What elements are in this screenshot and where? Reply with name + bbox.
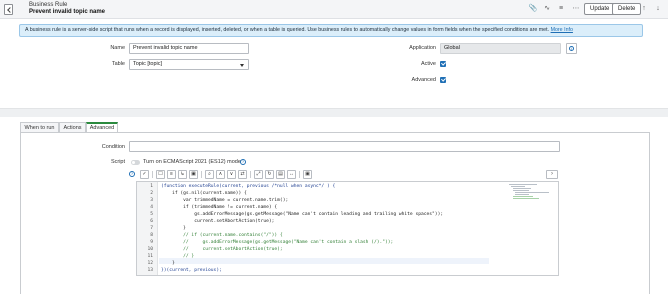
table-label: Table: [111, 61, 125, 67]
comment-icon[interactable]: ☐: [156, 170, 165, 179]
code-line: if (gs.nil(current.name)) {: [161, 191, 247, 196]
table-select[interactable]: Topic [topic]: [129, 59, 249, 70]
code-line: // }: [161, 254, 195, 259]
line-number: 12: [147, 261, 153, 266]
line-number: 2: [150, 191, 153, 196]
banner-text: A business rule is a server-side script …: [25, 27, 550, 33]
script-include-icon[interactable]: ▣: [189, 170, 198, 179]
code-line: // current.setAbortAction(true);: [161, 247, 283, 252]
minimap-line: [513, 196, 533, 197]
search-icon[interactable]: ⌕: [205, 170, 214, 179]
toolbar-divider: [152, 171, 153, 178]
minimap-line: [513, 198, 539, 199]
line-number: 4: [150, 205, 153, 210]
code-line: // gs.addErrorMessage(gs.getMessage("Nam…: [161, 240, 394, 245]
help-icon[interactable]: ?: [240, 159, 246, 165]
expand-right-icon[interactable]: ›: [546, 170, 558, 179]
record-type-title: Business Rule: [29, 2, 68, 8]
form-header: Business Rule Prevent invalid topic name…: [0, 0, 668, 19]
script-editor[interactable]: 1 2 3 4 5 6 7 8 9 10 11 12 13 (function …: [136, 181, 559, 276]
delete-button[interactable]: Delete: [612, 3, 642, 15]
line-number: 11: [147, 254, 153, 259]
script-label: Script: [110, 159, 125, 165]
code-line: if (trimmedName != current.name) {: [161, 205, 278, 210]
es12-toggle[interactable]: [131, 160, 140, 165]
toolbar-divider: [201, 171, 202, 178]
find-next-icon[interactable]: ∨: [227, 170, 236, 179]
attachment-icon[interactable]: 📎: [528, 4, 538, 14]
up-arrow-icon[interactable]: ↑: [639, 4, 649, 14]
line-number: 9: [150, 240, 153, 245]
condition-input[interactable]: [129, 141, 560, 152]
minimap-line: [515, 192, 549, 193]
toggle-syntax-icon[interactable]: ✓: [140, 170, 149, 179]
condition-label: Condition: [101, 144, 125, 150]
history-icon[interactable]: ↻: [265, 170, 274, 179]
code-line: })(current, previous);: [161, 268, 222, 273]
more-info-link[interactable]: More Info: [551, 27, 573, 33]
editor-help-icon[interactable]: ?: [129, 171, 135, 177]
minimap-line: [509, 184, 537, 185]
line-number: 6: [150, 219, 153, 224]
active-line-highlight: [159, 258, 489, 264]
down-arrow-icon[interactable]: ↓: [653, 4, 663, 14]
script-debug-icon[interactable]: ↳: [178, 170, 187, 179]
record-name-subtitle: Prevent invalid topic name: [29, 9, 106, 15]
back-icon[interactable]: [4, 4, 13, 15]
advanced-checkbox[interactable]: [440, 77, 446, 83]
diff-icon[interactable]: ↔: [287, 170, 296, 179]
name-label: Name: [110, 45, 125, 51]
toolbar-divider: [299, 171, 300, 178]
code-minimap[interactable]: [509, 184, 549, 200]
application-label: Application: [409, 45, 436, 51]
table-select-value: Topic [topic]: [133, 61, 163, 67]
advanced-label: Advanced: [411, 77, 436, 83]
info-icon: i: [569, 46, 574, 51]
replace-icon[interactable]: ⇄: [238, 170, 247, 179]
more-icon[interactable]: ⋯: [571, 4, 581, 14]
minimap-line: [513, 188, 531, 189]
activity-icon[interactable]: ∿: [542, 4, 552, 14]
code-line: }: [161, 226, 186, 231]
minimap-line: [511, 186, 525, 187]
active-checkbox[interactable]: [440, 61, 446, 67]
application-info-button[interactable]: i: [566, 43, 577, 54]
line-number-gutter: 1 2 3 4 5 6 7 8 9 10 11 12 13: [137, 182, 158, 275]
code-line: }: [161, 261, 175, 266]
code-line: current.setAbortAction(true);: [161, 219, 275, 224]
fullscreen-icon[interactable]: ⤢: [254, 170, 263, 179]
code-line: var trimmedName = current.name.trim();: [161, 198, 289, 203]
es12-toggle-label: Turn on ECMAScript 2021 (ES12) mode: [143, 159, 241, 165]
camera-icon[interactable]: ▣: [303, 170, 312, 179]
minimap-line: [513, 190, 529, 191]
line-number: 10: [147, 247, 153, 252]
settings-icon[interactable]: ≡: [556, 4, 566, 14]
active-label: Active: [421, 61, 436, 67]
toolbar-divider: [250, 171, 251, 178]
code-line: // if (current.name.contains("/")) {: [161, 233, 283, 238]
line-number: 7: [150, 226, 153, 231]
update-button[interactable]: Update: [584, 3, 616, 15]
minimap-line: [515, 194, 529, 195]
code-line: (function executeRule(current, previous …: [161, 184, 336, 189]
name-input[interactable]: Prevent invalid topic name: [129, 43, 249, 54]
line-number: 1: [150, 184, 153, 189]
application-field: Global: [440, 43, 561, 54]
find-previous-icon[interactable]: ∧: [216, 170, 225, 179]
section-divider: [0, 108, 668, 117]
format-icon[interactable]: ≡: [167, 170, 176, 179]
line-number: 13: [147, 268, 153, 273]
line-number: 3: [150, 198, 153, 203]
code-line: gs.addErrorMessage(gs.getMessage("Name c…: [161, 212, 444, 217]
line-number: 8: [150, 233, 153, 238]
line-number: 5: [150, 212, 153, 217]
chevron-down-icon: [240, 64, 244, 67]
info-banner: A business rule is a server-side script …: [19, 24, 643, 37]
save-icon[interactable]: ▤: [276, 170, 285, 179]
